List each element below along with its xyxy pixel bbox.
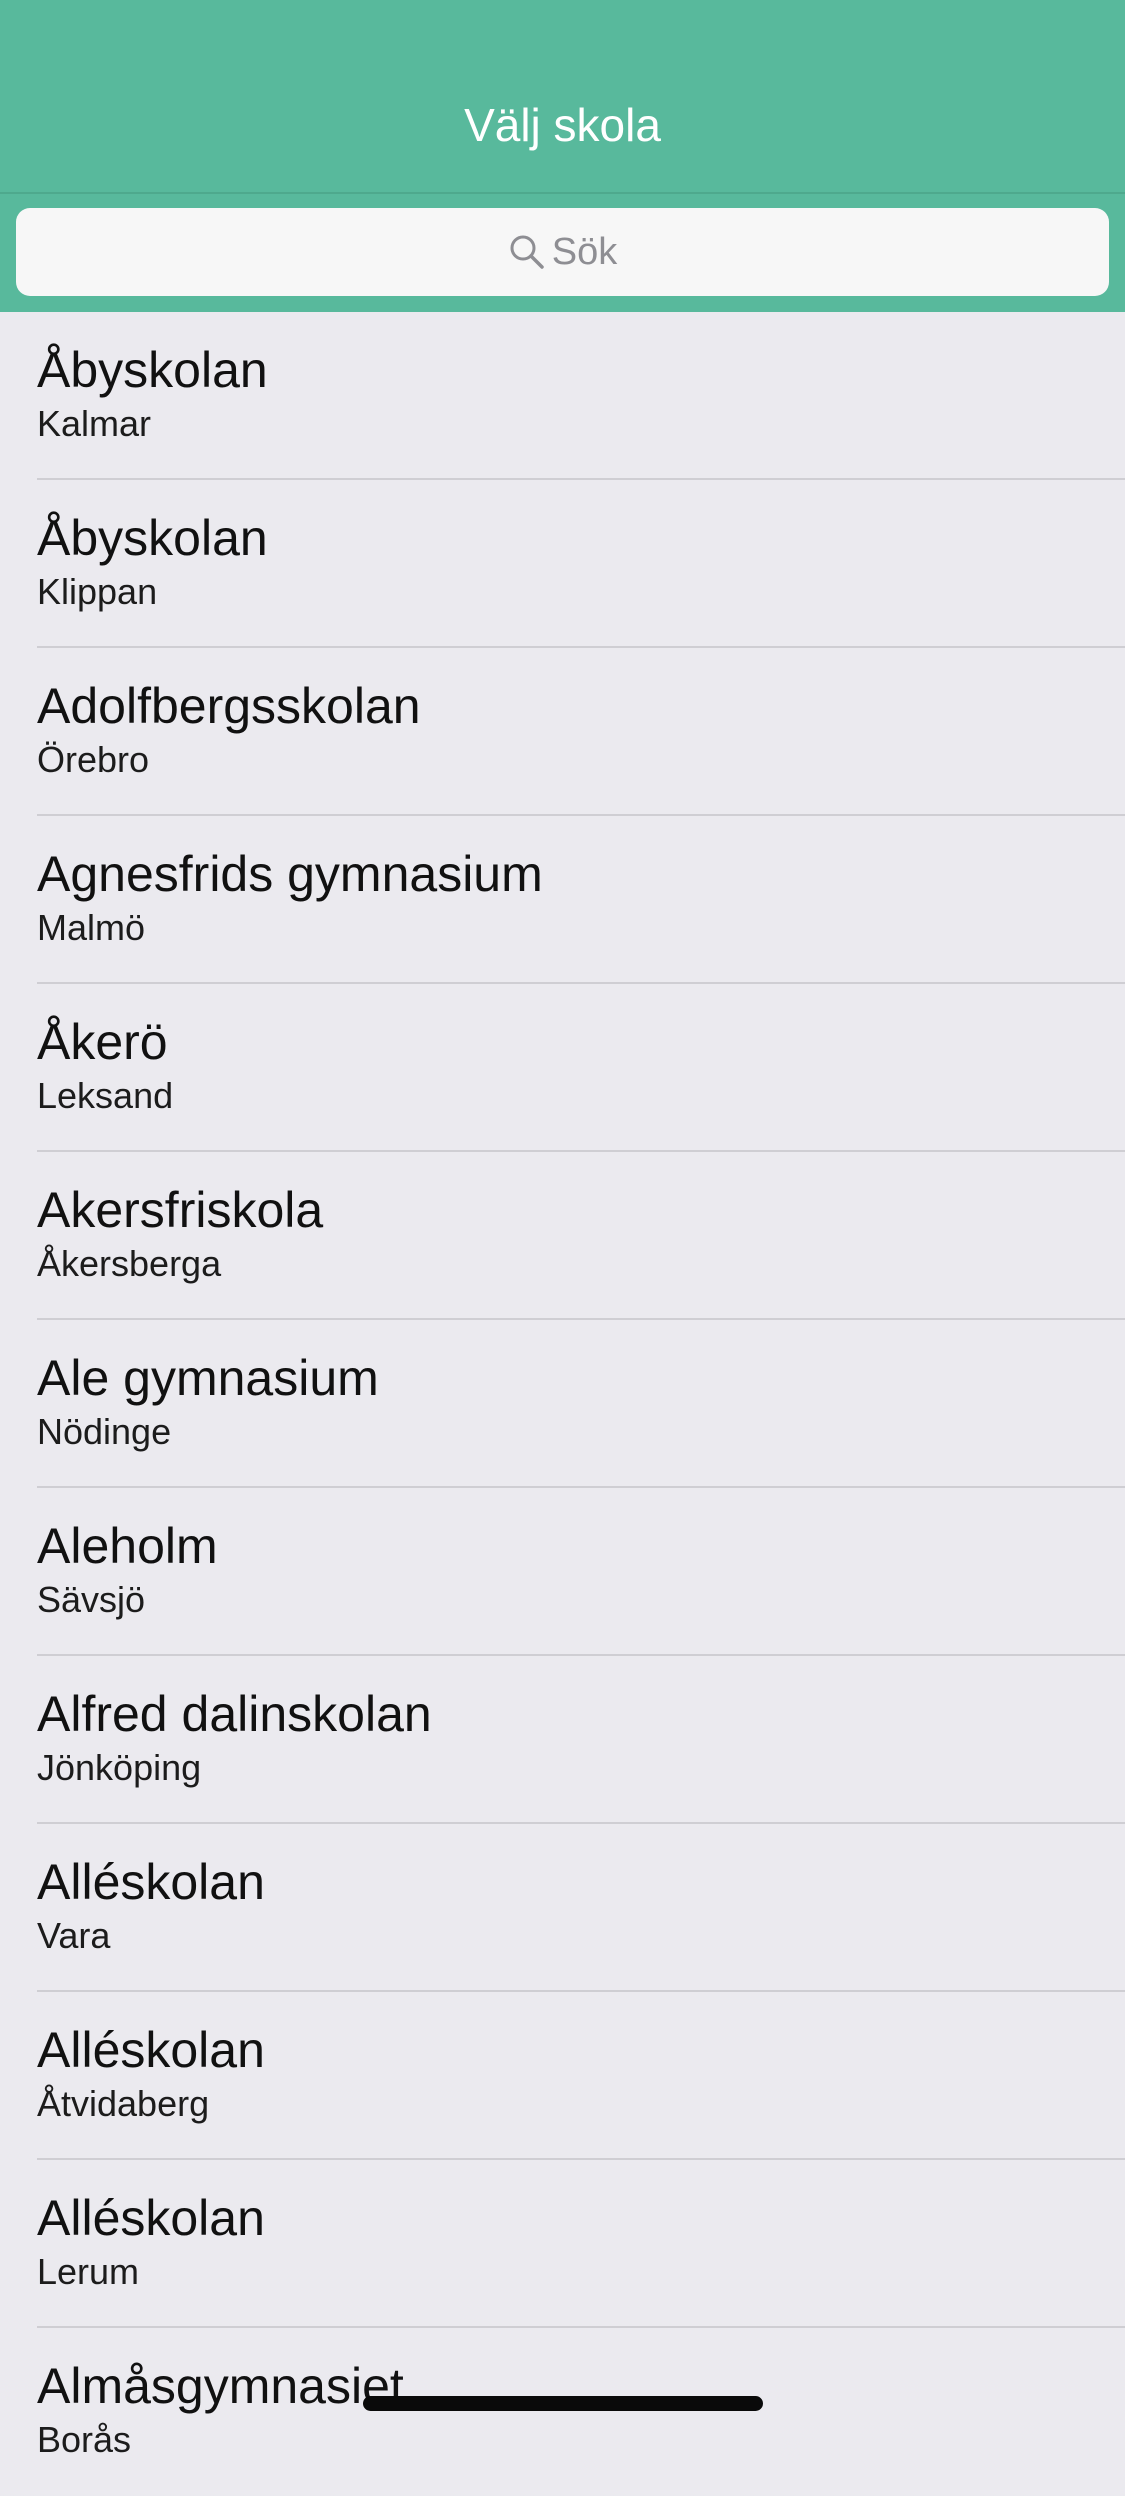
navigation-bar: Välj skola xyxy=(0,0,1125,194)
school-name: Alfred dalinskolan xyxy=(37,1686,432,1742)
school-city: Vara xyxy=(37,1915,111,1956)
school-name: Alléskolan xyxy=(37,2022,265,2078)
school-city: Klippan xyxy=(37,571,158,612)
list-item[interactable]: Akersfriskola Åkersberga xyxy=(0,1152,1125,1320)
list-item[interactable]: Alfred dalinskolan Jönköping xyxy=(0,1656,1125,1824)
page-title: Välj skola xyxy=(464,99,661,151)
search-input[interactable]: Sök xyxy=(16,208,1109,296)
search-icon xyxy=(508,233,546,271)
school-city: Åtvidaberg xyxy=(37,2083,210,2124)
school-name: Åbyskolan xyxy=(37,510,268,566)
school-city: Leksand xyxy=(37,1075,174,1116)
list-item[interactable]: Alléskolan Åtvidaberg xyxy=(0,1992,1125,2160)
list-item[interactable]: Agnesfrids gymnasium Malmö xyxy=(0,816,1125,984)
school-city: Sävsjö xyxy=(37,1579,146,1620)
list-item[interactable]: Almåsgymnasiet Borås xyxy=(0,2328,1125,2496)
school-city: Örebro xyxy=(37,739,150,780)
school-name: Alléskolan xyxy=(37,1854,265,1910)
list-item[interactable]: Åbyskolan Kalmar xyxy=(0,312,1125,480)
list-item[interactable]: Aleholm Sävsjö xyxy=(0,1488,1125,1656)
school-city: Nödinge xyxy=(37,1411,172,1452)
school-city: Lerum xyxy=(37,2251,140,2292)
school-name: Agnesfrids gymnasium xyxy=(37,846,543,902)
school-name: Akersfriskola xyxy=(37,1182,324,1238)
search-placeholder: Sök xyxy=(551,231,618,273)
list-item[interactable]: Alléskolan Vara xyxy=(0,1824,1125,1992)
search-bar: Sök xyxy=(0,194,1125,312)
school-name: Adolfbergsskolan xyxy=(37,678,421,734)
home-indicator[interactable] xyxy=(363,2396,763,2411)
school-city: Malmö xyxy=(37,907,146,948)
school-list: Åbyskolan Kalmar Åbyskolan Klippan Adolf… xyxy=(0,312,1125,2496)
school-city: Jönköping xyxy=(37,1747,202,1788)
school-city: Borås xyxy=(37,2419,132,2460)
school-name: Åbyskolan xyxy=(37,342,268,398)
list-item[interactable]: Adolfbergsskolan Örebro xyxy=(0,648,1125,816)
school-name: Ale gymnasium xyxy=(37,1350,379,1406)
school-name: Alléskolan xyxy=(37,2190,265,2246)
school-city: Kalmar xyxy=(37,403,152,444)
list-item[interactable]: Ale gymnasium Nödinge xyxy=(0,1320,1125,1488)
list-item[interactable]: Åkerö Leksand xyxy=(0,984,1125,1152)
list-item[interactable]: Åbyskolan Klippan xyxy=(0,480,1125,648)
school-name: Aleholm xyxy=(37,1518,218,1574)
list-item[interactable]: Alléskolan Lerum xyxy=(0,2160,1125,2328)
school-name: Almåsgymnasiet xyxy=(37,2358,404,2414)
school-name: Åkerö xyxy=(37,1014,168,1070)
school-city: Åkersberga xyxy=(37,1243,222,1284)
